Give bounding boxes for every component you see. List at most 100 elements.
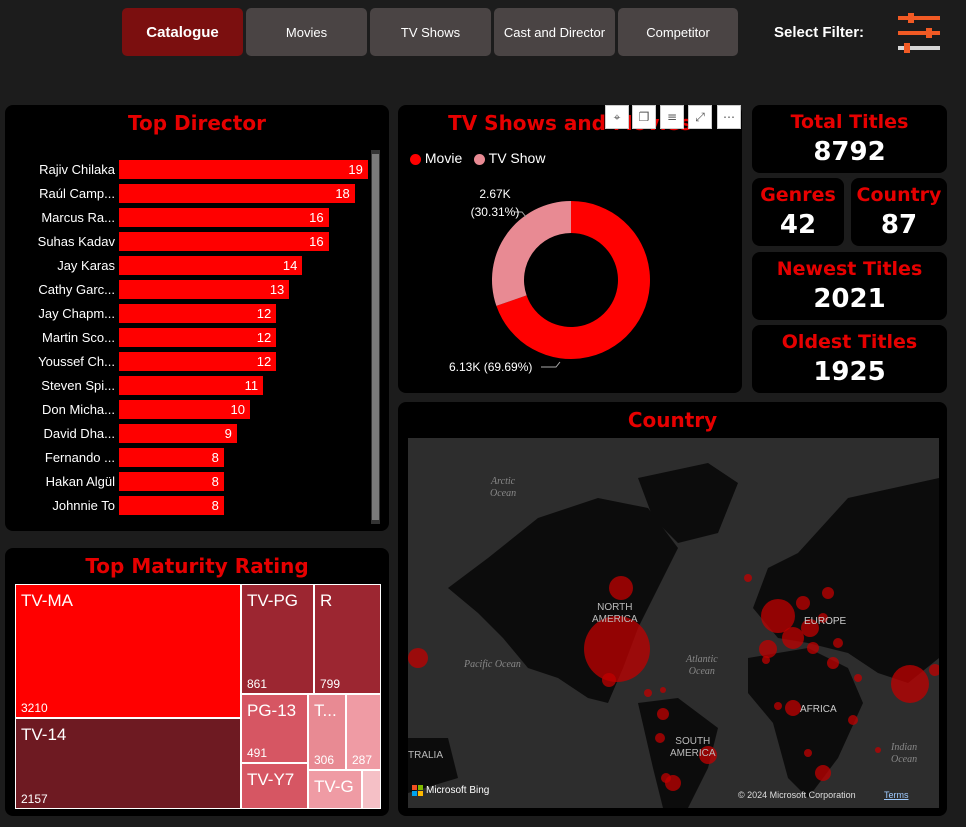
label-indian-1: Indian: [891, 742, 918, 753]
treemap-tile-r[interactable]: R 799: [314, 584, 381, 694]
treemap-tile-tv-ma[interactable]: TV-MA 3210: [15, 584, 241, 718]
tile-value: 287: [352, 753, 373, 767]
director-bar[interactable]: 14: [119, 256, 303, 275]
tile-value: 861: [247, 677, 268, 691]
bubble-morocco[interactable]: [762, 656, 770, 664]
bubble-france[interactable]: [782, 627, 804, 649]
director-row[interactable]: Youssef Ch... 12: [5, 352, 365, 371]
director-bar-chart: Rajiv Chilaka 19 Raúl Camp... 18 Marcus Ra..…: [5, 160, 368, 530]
director-row[interactable]: Fernando ... 8: [5, 448, 365, 467]
bubble-turkey[interactable]: [833, 638, 843, 648]
director-row[interactable]: Hakan Algül 8: [5, 472, 365, 491]
tile-label: T...: [314, 701, 337, 720]
director-row[interactable]: Jay Chapm... 12: [5, 304, 365, 323]
filter-icon[interactable]: ≡: [660, 105, 684, 129]
director-row[interactable]: David Dha... 9: [5, 424, 365, 443]
bubble-peru[interactable]: [655, 733, 665, 743]
label-north-america: NORTH AMERICA: [592, 602, 638, 626]
treemap-tile-tv-g[interactable]: TV-G: [308, 770, 362, 809]
director-bar[interactable]: 11: [119, 376, 264, 395]
director-row[interactable]: Cathy Garc... 13: [5, 280, 365, 299]
director-row[interactable]: Martin Sco... 12: [5, 328, 365, 347]
more-options-icon[interactable]: ⋯: [717, 105, 741, 129]
director-bar-value: 12: [256, 330, 272, 345]
bubble-mexico[interactable]: [602, 673, 616, 687]
label-africa: AFRICA: [800, 704, 837, 715]
nav-catalogue-button[interactable]: Catalogue: [122, 8, 243, 56]
treemap-tile-tv-y7[interactable]: TV-Y7: [241, 763, 308, 809]
director-name: Marcus Ra...: [41, 210, 115, 225]
sliders-icon[interactable]: [896, 12, 942, 54]
bubble-saudi[interactable]: [854, 674, 862, 682]
bubble-italy[interactable]: [807, 642, 819, 654]
director-bar[interactable]: 18: [119, 184, 355, 203]
pin-icon[interactable]: ⌖: [605, 105, 629, 129]
bubble-egypt[interactable]: [827, 657, 839, 669]
director-bar[interactable]: 12: [119, 352, 277, 371]
director-name: Jay Chapm...: [38, 306, 115, 321]
treemap-tile-tv-pg[interactable]: TV-PG 861: [241, 584, 314, 694]
bubble-spain[interactable]: [759, 640, 777, 658]
director-row[interactable]: Rajiv Chilaka 19: [5, 160, 368, 179]
bubble-mauritius[interactable]: [875, 747, 881, 753]
nav-tv-shows-button[interactable]: TV Shows: [370, 8, 491, 56]
bubble-scandinavia[interactable]: [796, 596, 810, 610]
director-row[interactable]: Marcus Ra... 16: [5, 208, 365, 227]
scrollbar-track[interactable]: [371, 150, 380, 524]
nav-cast-director-button[interactable]: Cast and Director: [494, 8, 615, 56]
tv-show-count: 2.67K: [479, 187, 511, 201]
director-row[interactable]: Suhas Kadav 16: [5, 232, 365, 251]
director-bar-value: 18: [335, 186, 350, 201]
director-bar[interactable]: 8: [119, 496, 224, 515]
bubble-namibia[interactable]: [804, 749, 812, 757]
scrollbar-thumb[interactable]: [372, 154, 379, 520]
bubble-nigeria[interactable]: [785, 700, 801, 716]
bubble-colombia[interactable]: [657, 708, 669, 720]
tile-label: TV-14: [21, 725, 67, 744]
bubble-iceland[interactable]: [744, 574, 752, 582]
label-south-america: SOUTH AMERICA: [670, 736, 716, 760]
director-bar-value: 11: [244, 378, 259, 393]
bubble-japan[interactable]: [929, 664, 939, 676]
treemap-tile-pg-13[interactable]: PG-13 491: [241, 694, 308, 763]
director-row[interactable]: Raúl Camp... 18: [5, 184, 365, 203]
director-bar[interactable]: 12: [119, 328, 277, 347]
bubble-ghana[interactable]: [774, 702, 782, 710]
director-bar[interactable]: 12: [119, 304, 277, 323]
director-row[interactable]: Steven Spi... 11: [5, 376, 365, 395]
country-label: Country: [856, 184, 942, 206]
treemap-tile-t[interactable]: T... 306: [308, 694, 346, 770]
bubble-india[interactable]: [891, 665, 929, 703]
bubble-caribbean[interactable]: [660, 687, 666, 693]
director-bar[interactable]: 8: [119, 472, 224, 491]
bubble-south-africa[interactable]: [815, 765, 831, 781]
director-row[interactable]: Johnnie To 8: [5, 496, 365, 515]
focus-mode-icon[interactable]: ⤢: [688, 105, 712, 129]
treemap-tile-287[interactable]: 287: [346, 694, 381, 770]
bubble-chile[interactable]: [661, 773, 671, 783]
director-bar[interactable]: 19: [119, 160, 368, 179]
nav-competitor-button[interactable]: Competitor: [618, 8, 738, 56]
nav-movies-button[interactable]: Movies: [246, 8, 367, 56]
map-terms-link[interactable]: Terms: [884, 790, 909, 800]
kpi-oldest-titles: Oldest Titles 1925: [752, 325, 947, 393]
bubble-kenya[interactable]: [848, 715, 858, 725]
treemap-tile-tv-14[interactable]: TV-14 2157: [15, 718, 241, 809]
bubble-pacific[interactable]: [408, 648, 428, 668]
director-bar[interactable]: 9: [119, 424, 237, 443]
director-bar[interactable]: 16: [119, 208, 329, 227]
world-map[interactable]: Arctic Ocean NORTH AMERICA EUROPE Pacifi…: [408, 438, 939, 808]
bubble-canada[interactable]: [609, 576, 633, 600]
director-bar[interactable]: 8: [119, 448, 224, 467]
bubble-russia[interactable]: [822, 587, 834, 599]
bubble-cuba[interactable]: [644, 689, 652, 697]
total-titles-value: 8792: [813, 137, 886, 167]
country-map-title: Country: [627, 408, 718, 432]
director-bar[interactable]: 13: [119, 280, 290, 299]
director-row[interactable]: Jay Karas 14: [5, 256, 365, 275]
director-bar[interactable]: 16: [119, 232, 329, 251]
director-row[interactable]: Don Micha... 10: [5, 400, 365, 419]
copy-icon[interactable]: ❐: [632, 105, 656, 129]
director-bar[interactable]: 10: [119, 400, 250, 419]
treemap-tile-small[interactable]: [362, 770, 381, 809]
